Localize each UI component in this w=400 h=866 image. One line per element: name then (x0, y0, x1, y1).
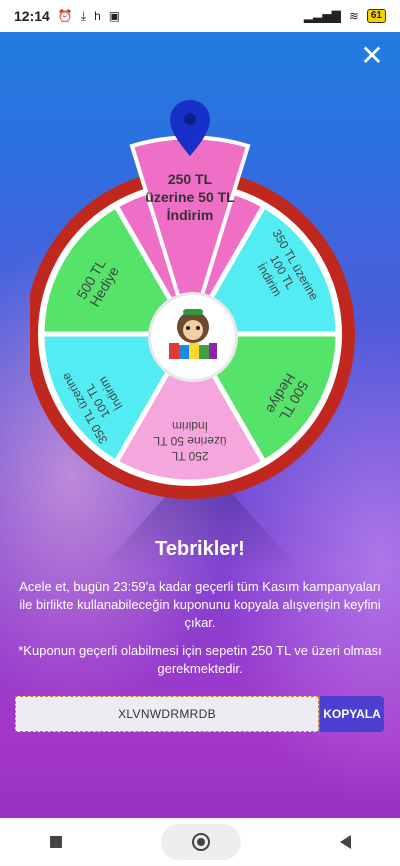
battery-icon: 61 (366, 9, 386, 23)
download-icon: ⤓ (80, 8, 87, 23)
result-message: Acele et, bugün 23:59'a kadar geçerli tü… (19, 579, 381, 630)
home-button[interactable] (160, 824, 241, 860)
app-icon: ▣ (108, 9, 121, 23)
signal-icon: ▂▃▅▇ (303, 9, 341, 23)
alarm-icon: ⏰ (57, 9, 73, 23)
status-bar: 12:14 ⏰ ⤓ h ▣ ▂▃▅▇ ≋ 61 (0, 0, 400, 32)
recents-button[interactable] (49, 836, 62, 848)
back-button[interactable] (339, 835, 351, 849)
coupon-code-field[interactable]: XLVNWDRMRDB (15, 696, 319, 732)
segment-label-bottom: 250 TL üzerine 50 TL İndirim (153, 419, 227, 463)
system-navbar (0, 818, 400, 866)
logo-graphic (169, 309, 217, 359)
brand-logo (148, 292, 238, 382)
segment-label-top: 250 TL üzerine 50 TL İndirim (145, 171, 235, 223)
wifi-icon: ≋ (348, 9, 359, 23)
home-icon (191, 833, 210, 851)
h-icon: h (94, 9, 101, 23)
copy-button[interactable]: KOPYALA (320, 696, 384, 732)
prize-wheel[interactable]: 250 TL üzerine 50 TL İndirim 350 TL üzer… (30, 100, 370, 520)
result-title: Tebrikler! (155, 538, 245, 560)
status-time: 12:14 (14, 8, 50, 24)
close-icon[interactable]: ✕ (360, 42, 384, 70)
coupon-note: *Kuponun geçerli olabilmesi için sepetin… (18, 643, 382, 676)
